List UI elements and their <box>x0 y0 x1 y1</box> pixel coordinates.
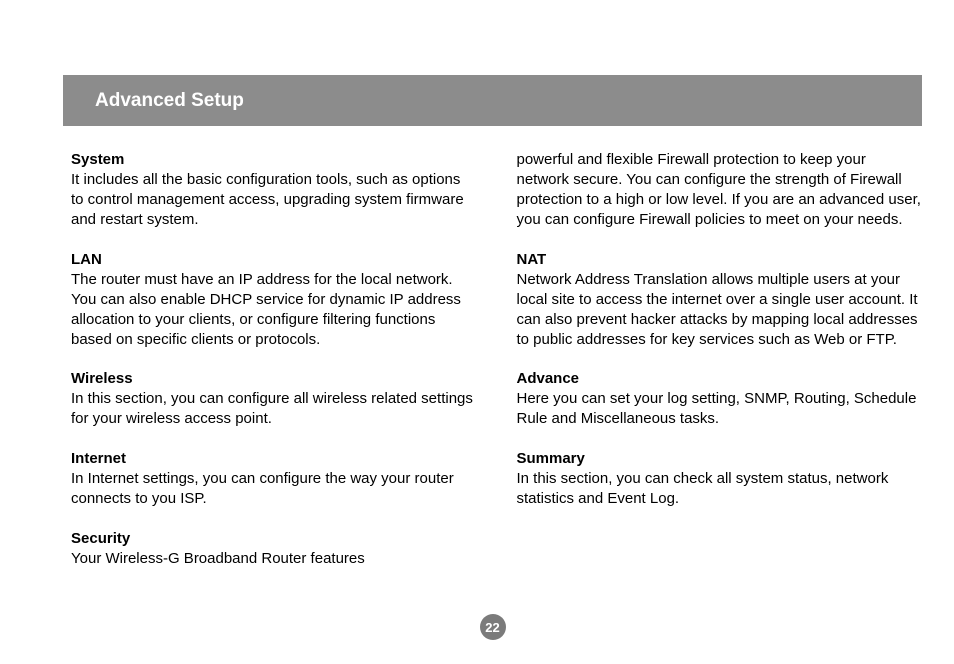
right-column: powerful and flexible Firewall protectio… <box>517 150 923 592</box>
page-number: 22 <box>485 620 499 635</box>
header-accent-bar <box>63 75 71 126</box>
section-body: In this section, you can configure all w… <box>71 390 473 427</box>
section-heading: Wireless <box>71 370 133 387</box>
section-heading: Internet <box>71 450 126 467</box>
content-columns: System It includes all the basic configu… <box>71 150 922 592</box>
section-security: Security Your Wireless-G Broadband Route… <box>71 529 477 569</box>
left-column: System It includes all the basic configu… <box>71 150 477 592</box>
page-title: Advanced Setup <box>95 90 244 112</box>
section-nat: NAT Network Address Translation allows m… <box>517 250 923 350</box>
section-heading: Advance <box>517 370 580 387</box>
section-body: Here you can set your log setting, SNMP,… <box>517 390 917 427</box>
page-container: Advanced Setup System It includes all th… <box>63 75 922 664</box>
section-lan: LAN The router must have an IP address f… <box>71 250 477 350</box>
section-body: powerful and flexible Firewall protectio… <box>517 151 921 228</box>
section-body: In Internet settings, you can configure … <box>71 470 454 507</box>
section-body: Your Wireless-G Broadband Router feature… <box>71 550 365 567</box>
section-body: It includes all the basic configuration … <box>71 171 464 228</box>
section-heading: NAT <box>517 251 547 268</box>
section-internet: Internet In Internet settings, you can c… <box>71 449 477 509</box>
section-heading: Security <box>71 530 130 547</box>
section-body: Network Address Translation allows multi… <box>517 271 918 348</box>
section-summary: Summary In this section, you can check a… <box>517 449 923 509</box>
section-body: In this section, you can check all syste… <box>517 470 889 507</box>
section-wireless: Wireless In this section, you can config… <box>71 369 477 429</box>
section-heading: System <box>71 151 124 168</box>
section-body: The router must have an IP address for t… <box>71 271 461 348</box>
section-advance: Advance Here you can set your log settin… <box>517 369 923 429</box>
header-bar: Advanced Setup <box>71 75 922 126</box>
section-heading: LAN <box>71 251 102 268</box>
section-heading: Summary <box>517 450 585 467</box>
security-continuation: powerful and flexible Firewall protectio… <box>517 150 923 230</box>
page-number-badge: 22 <box>480 614 506 640</box>
section-system: System It includes all the basic configu… <box>71 150 477 230</box>
